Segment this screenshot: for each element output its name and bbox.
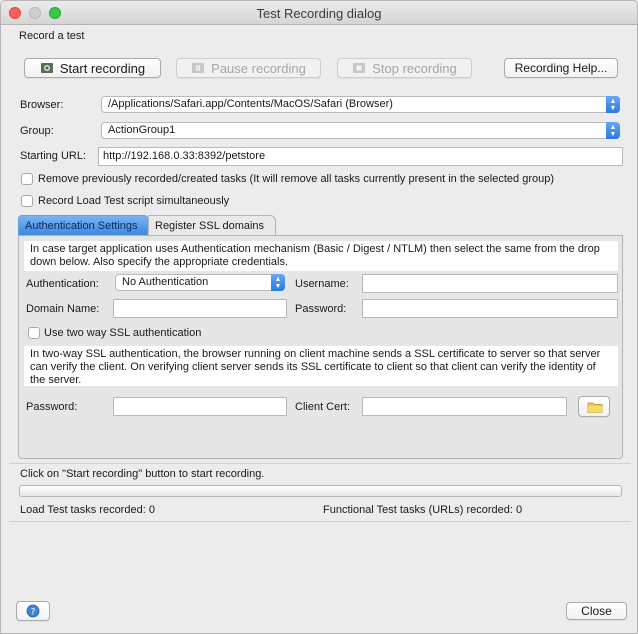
password-input[interactable] bbox=[362, 299, 618, 318]
domain-name-label: Domain Name: bbox=[26, 303, 100, 315]
record-load-test-label: Record Load Test script simultaneously bbox=[38, 195, 230, 207]
tab-register-ssl-domains[interactable]: Register SSL domains bbox=[148, 215, 276, 236]
starting-url-input[interactable]: http://192.168.0.33:8392/petstore bbox=[98, 147, 623, 166]
pause-icon bbox=[191, 61, 205, 75]
browser-select[interactable]: /Applications/Safari.app/Contents/MacOS/… bbox=[101, 96, 620, 113]
group-select[interactable]: ActionGroup1 ▲ ▼ bbox=[101, 122, 620, 139]
record-load-test-checkbox[interactable] bbox=[21, 195, 33, 207]
stop-recording-button[interactable]: Stop recording bbox=[337, 58, 472, 78]
divider bbox=[9, 463, 631, 464]
dialog-window: Test Recording dialog Record a test Star… bbox=[0, 0, 638, 634]
functional-test-count: Functional Test tasks (URLs) recorded: 0 bbox=[323, 504, 523, 516]
domain-name-input[interactable] bbox=[113, 299, 287, 318]
client-cert-input[interactable] bbox=[362, 397, 567, 416]
stop-recording-label: Stop recording bbox=[372, 60, 457, 76]
two-way-ssl-checkbox[interactable] bbox=[28, 327, 40, 339]
client-cert-label: Client Cert: bbox=[295, 401, 351, 413]
section-title: Record a test bbox=[19, 30, 85, 42]
tab-authentication-settings[interactable]: Authentication Settings bbox=[18, 215, 148, 236]
start-recording-label: Start recording bbox=[59, 60, 146, 76]
group-value: ActionGroup1 bbox=[108, 124, 176, 136]
window-title: Test Recording dialog bbox=[256, 6, 382, 21]
browser-value: /Applications/Safari.app/Contents/MacOS/… bbox=[108, 98, 393, 110]
browse-cert-button[interactable] bbox=[578, 396, 610, 417]
auth-info-text: In case target application uses Authenti… bbox=[24, 241, 618, 271]
recording-help-button[interactable]: Recording Help... bbox=[504, 58, 618, 78]
authentication-value: No Authentication bbox=[122, 276, 209, 288]
help-icon: ? bbox=[26, 604, 40, 618]
pause-recording-button[interactable]: Pause recording bbox=[176, 58, 321, 78]
remove-tasks-checkbox[interactable] bbox=[21, 173, 33, 185]
starting-url-label: Starting URL: bbox=[20, 150, 87, 162]
recording-progress-bar bbox=[19, 485, 622, 497]
username-label: Username: bbox=[295, 278, 349, 290]
start-recording-button[interactable]: Start recording bbox=[24, 58, 161, 78]
select-arrows-icon: ▲ ▼ bbox=[271, 274, 285, 291]
divider bbox=[9, 521, 631, 522]
authentication-select[interactable]: No Authentication ▲ ▼ bbox=[115, 274, 285, 291]
two-way-ssl-label: Use two way SSL authentication bbox=[44, 327, 202, 339]
close-button[interactable]: Close bbox=[566, 602, 627, 620]
ssl-password-label: Password: bbox=[26, 401, 78, 413]
svg-text:?: ? bbox=[31, 608, 36, 618]
status-message: Click on "Start recording" button to sta… bbox=[20, 468, 265, 480]
ssl-password-input[interactable] bbox=[113, 397, 287, 416]
browser-label: Browser: bbox=[20, 99, 64, 111]
record-icon bbox=[40, 61, 54, 75]
recording-help-label: Recording Help... bbox=[514, 61, 608, 75]
select-arrows-icon: ▲ ▼ bbox=[606, 122, 620, 139]
select-arrows-icon: ▲ ▼ bbox=[606, 96, 620, 113]
stop-icon bbox=[352, 61, 366, 75]
close-button-label: Close bbox=[581, 604, 612, 618]
title-bar: Test Recording dialog bbox=[1, 1, 637, 25]
load-test-count: Load Test tasks recorded: 0 bbox=[20, 504, 155, 516]
ssl-info-text: In two-way SSL authentication, the brows… bbox=[24, 346, 618, 386]
remove-tasks-label: Remove previously recorded/created tasks… bbox=[38, 173, 555, 185]
username-input[interactable] bbox=[362, 274, 618, 293]
group-label: Group: bbox=[20, 125, 54, 137]
folder-icon bbox=[587, 400, 603, 414]
password-label: Password: bbox=[295, 303, 347, 315]
authentication-label: Authentication: bbox=[26, 278, 99, 290]
pause-recording-label: Pause recording bbox=[211, 60, 306, 76]
help-button[interactable]: ? bbox=[16, 601, 50, 621]
